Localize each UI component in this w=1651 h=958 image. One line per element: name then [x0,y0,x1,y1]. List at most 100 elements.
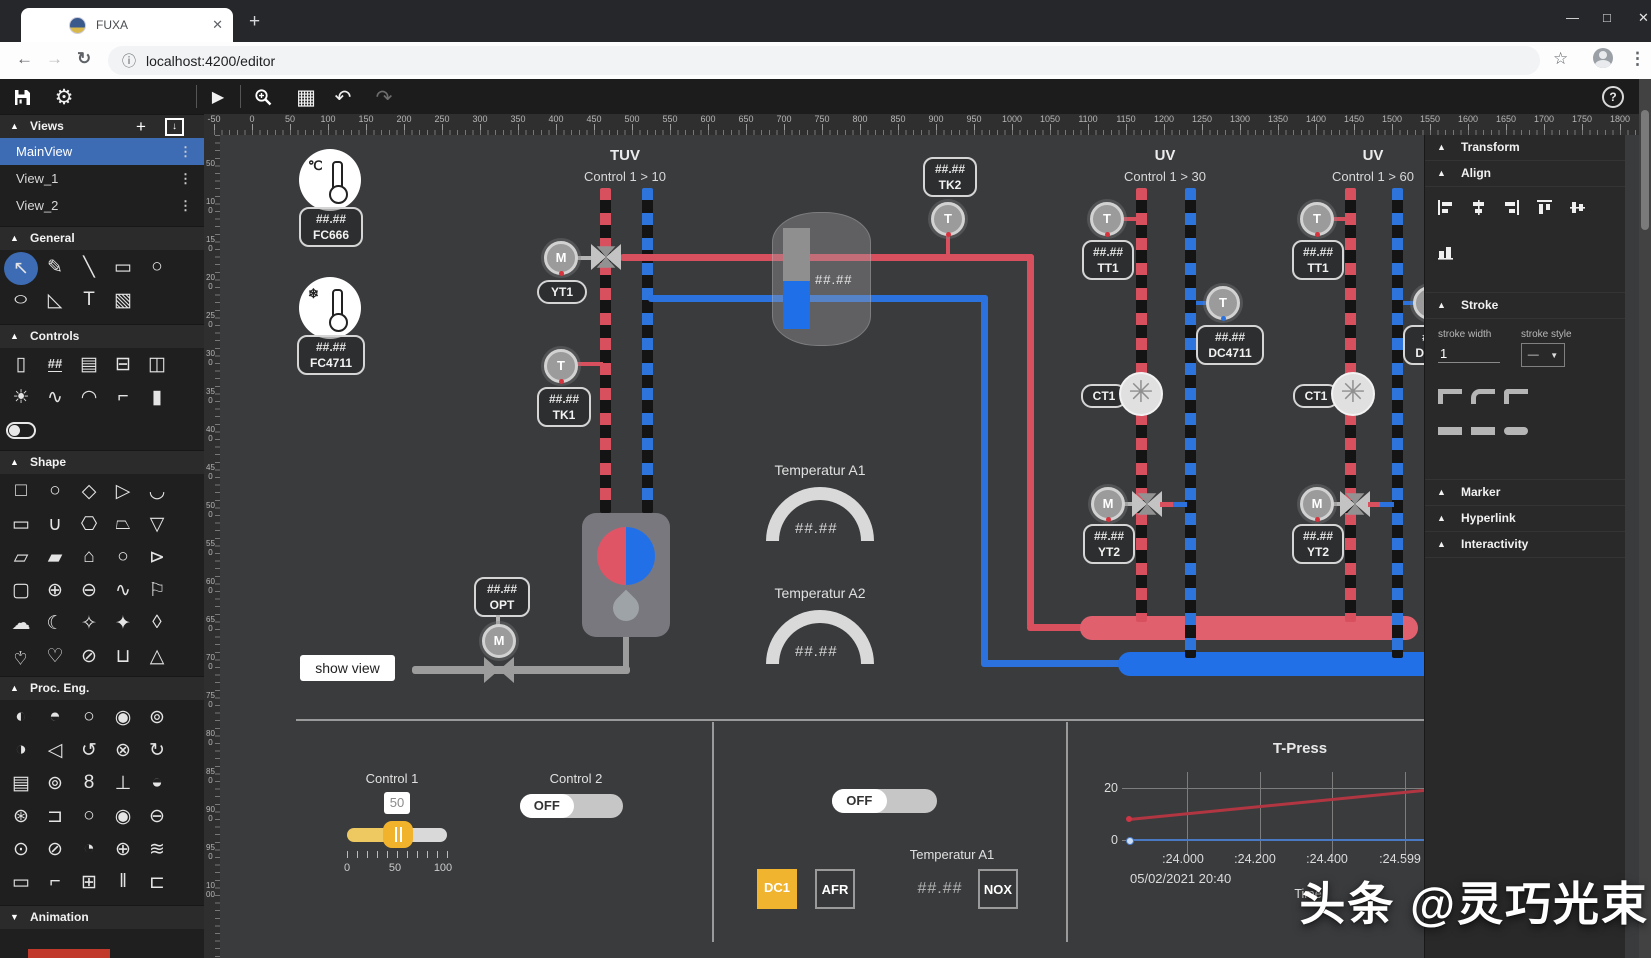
proc-rot-pump2-icon[interactable]: ↻ [140,735,174,765]
tuv-hot-pipe[interactable] [600,188,611,513]
shape-lens-icon[interactable]: ◊ [140,608,174,638]
back-button[interactable]: ← [16,49,33,69]
opt-valve[interactable] [484,657,514,683]
shape-cloud-icon[interactable]: ☁ [4,608,38,638]
join-miter-icon[interactable] [1438,389,1462,404]
control1-slider-handle[interactable] [383,821,413,848]
shape-circle-half-icon[interactable]: ⊖ [72,575,106,605]
input-widget-icon[interactable]: ▯ [4,349,38,379]
uv1-tt1-label[interactable]: ##.##TT1 [1082,240,1134,280]
proc-mixer2-icon[interactable]: ⊙ [4,834,38,864]
uv2-tt1-label[interactable]: ##.##TT1 [1292,240,1344,280]
proc-valve-icon[interactable]: ⊗ [106,735,140,765]
rect-tool-icon[interactable]: ▭ [106,252,140,282]
pipe-widget-icon[interactable]: ⌐ [106,382,140,412]
proc-truck-icon[interactable]: ▭ [4,867,38,897]
tk2-label[interactable]: ##.##TK2 [923,157,977,197]
settings-gear-icon[interactable]: ⚙ [52,85,76,109]
tuv-subtitle[interactable]: Control 1 > 10 [555,169,695,184]
help-button[interactable]: ? [1602,86,1624,108]
shape-sparkle-icon[interactable]: ✦ [106,608,140,638]
uv1-yt2-motor[interactable]: M [1091,487,1125,521]
stroke-style-select[interactable]: —▼ [1521,343,1565,367]
proc-turbine-icon[interactable]: ◉ [106,801,140,831]
control1-value-box[interactable]: 50 [384,792,410,814]
align-center-icon[interactable] [1470,199,1487,221]
shape-square-icon[interactable]: □ [4,476,38,506]
tk1-sensor[interactable]: T [544,349,578,383]
mixer-widget[interactable] [582,513,670,637]
view-item-mainview[interactable]: MainView⋮ [0,138,204,165]
red-header-tube[interactable] [1080,616,1418,640]
uv1-cold-pipe[interactable] [1185,188,1196,658]
image-tool-icon[interactable]: ▧ [106,285,140,315]
proc-eng-section-header[interactable]: ▲Proc. Eng. [0,676,204,700]
tk1-label[interactable]: ##.##TK1 [537,387,591,427]
nox-button[interactable]: NOX [978,869,1018,909]
url-bar[interactable]: ⓘ localhost:4200/editor [108,46,1540,75]
proc-heater-icon[interactable]: ≋ [140,834,174,864]
show-view-button[interactable]: show view [300,655,395,681]
tk2-sensor[interactable]: T [931,202,965,236]
hyperlink-section-header[interactable]: ▲Hyperlink [1425,506,1625,532]
window-close-button[interactable]: ✕ [1638,10,1649,26]
proc-agitator-icon[interactable]: ⊥ [106,768,140,798]
opt-motor[interactable]: M [482,624,516,658]
zoom-in-button[interactable] [251,85,275,109]
shape-triangle-down-icon[interactable]: ▽ [140,509,174,539]
proc-blower-icon[interactable]: ⊚ [140,702,174,732]
align-right-icon[interactable] [1503,199,1520,221]
uv2-cold-pipe[interactable] [1392,188,1403,658]
forward-button[interactable]: → [46,49,63,69]
uv1-subtitle[interactable]: Control 1 > 30 [1095,169,1235,184]
proc-screw-pump-icon[interactable]: ⊛ [4,801,38,831]
shape-octagon-icon[interactable]: ○ [106,542,140,572]
site-info-icon[interactable]: ⓘ [122,51,136,71]
uv2-subtitle[interactable]: Control 1 > 60 [1303,169,1443,184]
grid-toggle-icon[interactable]: ▦ [294,85,318,109]
proc-ejector-icon[interactable]: ⊐ [38,801,72,831]
tab-close-icon[interactable]: ✕ [212,17,223,33]
uv2-yt2-motor[interactable]: M [1300,487,1334,521]
join-round-icon[interactable] [1471,389,1495,404]
text-tool-icon[interactable]: T [72,285,106,315]
output-value-widget-icon[interactable]: ## [38,349,72,379]
view-menu-icon[interactable]: ⋮ [179,165,192,192]
ellipse-tool-icon[interactable]: ○ [4,285,38,315]
proc-tank2-icon[interactable]: ◒ [140,768,174,798]
profile-avatar[interactable] [1593,48,1613,68]
browser-tab[interactable]: FUXA ✕ [21,8,233,42]
interactivity-section-header[interactable]: ▲Interactivity [1425,532,1625,558]
fc4711-widget[interactable]: ❄ [299,277,361,339]
proc-circle2-icon[interactable]: ○ [72,801,106,831]
proc-pipe-elbow-icon[interactable]: ⌐ [38,867,72,897]
tuv-mixing-valve[interactable] [591,244,621,270]
align-section-header[interactable]: ▲Align [1425,161,1625,187]
select-widget-icon[interactable]: ⊟ [106,349,140,379]
shape-cylinder-icon[interactable]: ⊔ [106,641,140,671]
redo-button[interactable]: ↷ [372,85,396,109]
proc-pump2-icon[interactable]: ◓ [38,702,72,732]
shape-pentagon-icon[interactable]: ⌂ [72,542,106,572]
controls-section-header[interactable]: ▲Controls [0,324,204,348]
control2-toggle[interactable]: OFF [520,794,623,818]
browser-menu-icon[interactable]: ⋮ [1629,49,1646,69]
dc1-button[interactable]: DC1 [757,869,797,909]
window-minimize-button[interactable]: — [1566,10,1579,25]
uv2-yt2-valve[interactable] [1340,491,1370,517]
tuv-cold-pipe[interactable] [642,188,653,513]
proc-horn-icon[interactable]: ◁ [38,735,72,765]
uv1-dc-sensor[interactable]: T [1206,286,1240,320]
save-button[interactable] [10,85,34,109]
proc-coupling-icon[interactable]: ⊕ [106,834,140,864]
cursor-tool-icon[interactable]: ↖ [4,252,38,285]
yt1-label[interactable]: YT1 [537,280,587,304]
proc-fan-icon[interactable]: ⊚ [38,768,72,798]
align-middle-icon[interactable] [1569,199,1586,221]
blue-return-elbow[interactable] [981,295,988,665]
proc-pump3-icon[interactable]: ◑ [4,735,38,765]
views-section-header[interactable]: ▲Views + ↓ [0,114,204,138]
cap-square-icon[interactable] [1471,427,1495,435]
proc-filter-icon[interactable]: ⊞ [72,867,106,897]
shape-no-entry-icon[interactable]: ⊘ [72,641,106,671]
